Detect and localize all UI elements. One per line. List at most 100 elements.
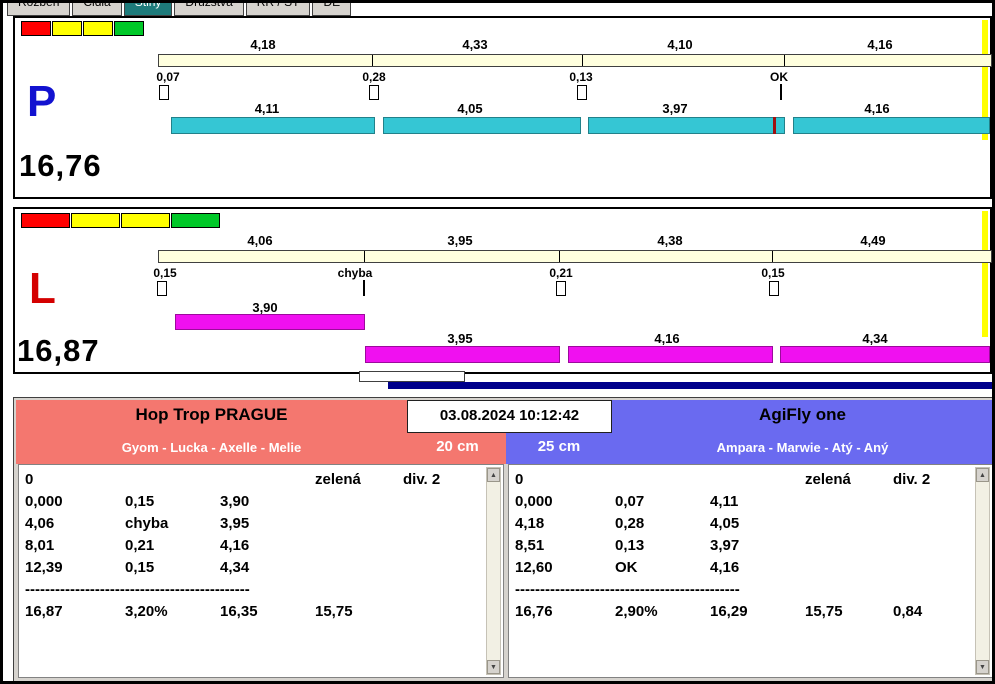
change-time-label: 0,21: [549, 266, 573, 280]
tab-druzstva[interactable]: Družstva: [174, 3, 244, 16]
tab-label: RR / ST: [257, 3, 300, 9]
right-edge-strip: [982, 211, 988, 337]
scrollbar[interactable]: ▲ ▼: [486, 467, 501, 675]
tab-stihy[interactable]: Stihy: [123, 3, 173, 16]
status-light: [114, 21, 144, 36]
status-light: [71, 213, 120, 228]
app-window: Rozběh Čidla Stihy Družstva RR / ST DE 4…: [0, 0, 995, 684]
result-row: 0 zelená div. 2: [25, 469, 483, 491]
bar-tick: [372, 55, 373, 66]
result-cell: 0,000: [515, 493, 553, 510]
result-cell: 16,35: [220, 603, 258, 620]
tab-label: Čidla: [83, 3, 110, 9]
result-cell: [220, 469, 315, 491]
result-cell: 16,87: [25, 603, 63, 620]
tab-de[interactable]: DE: [312, 3, 352, 16]
team-name-right: AgiFly one: [759, 405, 846, 424]
status-lights: [21, 213, 220, 228]
result-row: 4,18 0,28 4,05: [515, 513, 972, 535]
run-bar: [175, 314, 365, 330]
change-marker-line: [363, 280, 365, 296]
result-cell: div. 2: [893, 471, 931, 488]
lane-total: 16,76: [19, 148, 102, 183]
result-cell: 12,39: [25, 559, 63, 576]
results-pane-left[interactable]: 0 zelená div. 2 0,000 0,15 3,90 4,06 chyba 3,95 8…: [18, 464, 504, 678]
change-marker: [369, 85, 379, 100]
result-cell: 12,60: [515, 559, 553, 576]
result-cell: 0,07: [615, 493, 645, 510]
team-name-left: Hop Trop PRAGUE: [135, 405, 288, 424]
result-cell: 8,01: [25, 537, 55, 554]
scroll-down-icon[interactable]: ▼: [976, 660, 989, 674]
progress-box: [359, 371, 465, 382]
run-time-label: 3,95: [447, 331, 473, 346]
change-marker: [157, 281, 167, 296]
result-cell: 3,90: [220, 493, 250, 510]
status-lights: [21, 21, 144, 36]
result-row: ----------------------------------------…: [25, 579, 483, 601]
result-cell: 3,97: [710, 537, 740, 554]
result-row: 0,000 0,15 3,90: [25, 491, 483, 513]
run-bar: [793, 117, 990, 134]
run-bar: [588, 117, 785, 134]
result-cell: 15,75: [315, 603, 353, 620]
results-pane-right[interactable]: 0 zelená div. 2 0,000 0,07 4,11 4,18 0,28 4,05 8,…: [508, 464, 992, 678]
change-time-label: 0,13: [569, 70, 593, 84]
run-time-label: 4,34: [862, 331, 888, 346]
divider-line: [388, 382, 992, 389]
run-time-label: 4,11: [254, 101, 280, 116]
change-time-label: 0,15: [153, 266, 177, 280]
scroll-down-icon[interactable]: ▼: [487, 660, 500, 674]
split-bar: [158, 250, 992, 263]
split-time-label: 4,18: [250, 37, 276, 52]
tab-label: Rozběh: [18, 3, 59, 9]
result-cell: chyba: [125, 515, 169, 532]
change-marker: [769, 281, 779, 296]
run-time-label: 3,90: [252, 300, 278, 315]
change-time-label: 0,15: [761, 266, 785, 280]
run-bar: [780, 346, 990, 363]
result-cell: 0,13: [615, 537, 645, 554]
bar-marker: [773, 117, 776, 134]
tab-label: DE: [323, 3, 340, 9]
result-cell: 4,18: [515, 515, 545, 532]
result-cell: 2,90%: [615, 603, 658, 620]
tab-cidla[interactable]: Čidla: [72, 3, 122, 16]
result-cell: [615, 469, 710, 491]
result-row: 12,39 0,15 4,34: [25, 557, 483, 579]
lane-letter: L: [29, 264, 56, 313]
run-bar: [383, 117, 581, 134]
change-time-label: chyba: [337, 266, 373, 280]
split-time-label: 4,38: [657, 233, 683, 248]
team-members-left: Gyom - Lucka - Axelle - Melie: [121, 440, 302, 455]
tab-rozbeh[interactable]: Rozběh: [7, 3, 71, 16]
status-light: [121, 213, 170, 228]
scroll-up-icon[interactable]: ▲: [976, 468, 989, 482]
team-members-right: Ampara - Marwie - Atý - Aný: [716, 440, 889, 455]
result-cell: 0: [515, 471, 524, 488]
result-cell: 0,21: [125, 537, 155, 554]
result-cell: 4,11: [710, 493, 739, 510]
tab-rr-st[interactable]: RR / ST: [245, 3, 311, 16]
result-row: 12,60 OK 4,16: [515, 557, 972, 579]
results-text-left: 0 zelená div. 2 0,000 0,15 3,90 4,06 chyba 3,95 8…: [25, 469, 483, 675]
scroll-up-icon[interactable]: ▲: [487, 468, 500, 482]
lane-panel-l: 4,06 3,95 4,38 4,49 0,15 chyba 0,21 0,15…: [13, 207, 992, 374]
run-time-label: 4,16: [864, 101, 890, 116]
result-cell: ----------------------------------------…: [515, 581, 740, 598]
change-marker-line: [780, 84, 782, 100]
result-cell: 4,05: [710, 515, 740, 532]
split-time-label: 4,16: [867, 37, 893, 52]
scrollbar[interactable]: ▲ ▼: [975, 467, 990, 675]
change-time-label: 0,28: [362, 70, 386, 84]
result-cell: 4,16: [710, 559, 740, 576]
split-time-label: 4,06: [247, 233, 273, 248]
result-cell: zelená: [805, 471, 851, 488]
result-cell: 15,75: [805, 603, 843, 620]
run-time-label: 3,97: [662, 101, 688, 116]
change-time-label: OK: [770, 70, 788, 84]
split-bar: [158, 54, 992, 67]
result-row: 16,76 2,90% 16,29 15,75 0,84: [515, 601, 972, 623]
status-light: [171, 213, 220, 228]
split-time-label: 3,95: [447, 233, 473, 248]
